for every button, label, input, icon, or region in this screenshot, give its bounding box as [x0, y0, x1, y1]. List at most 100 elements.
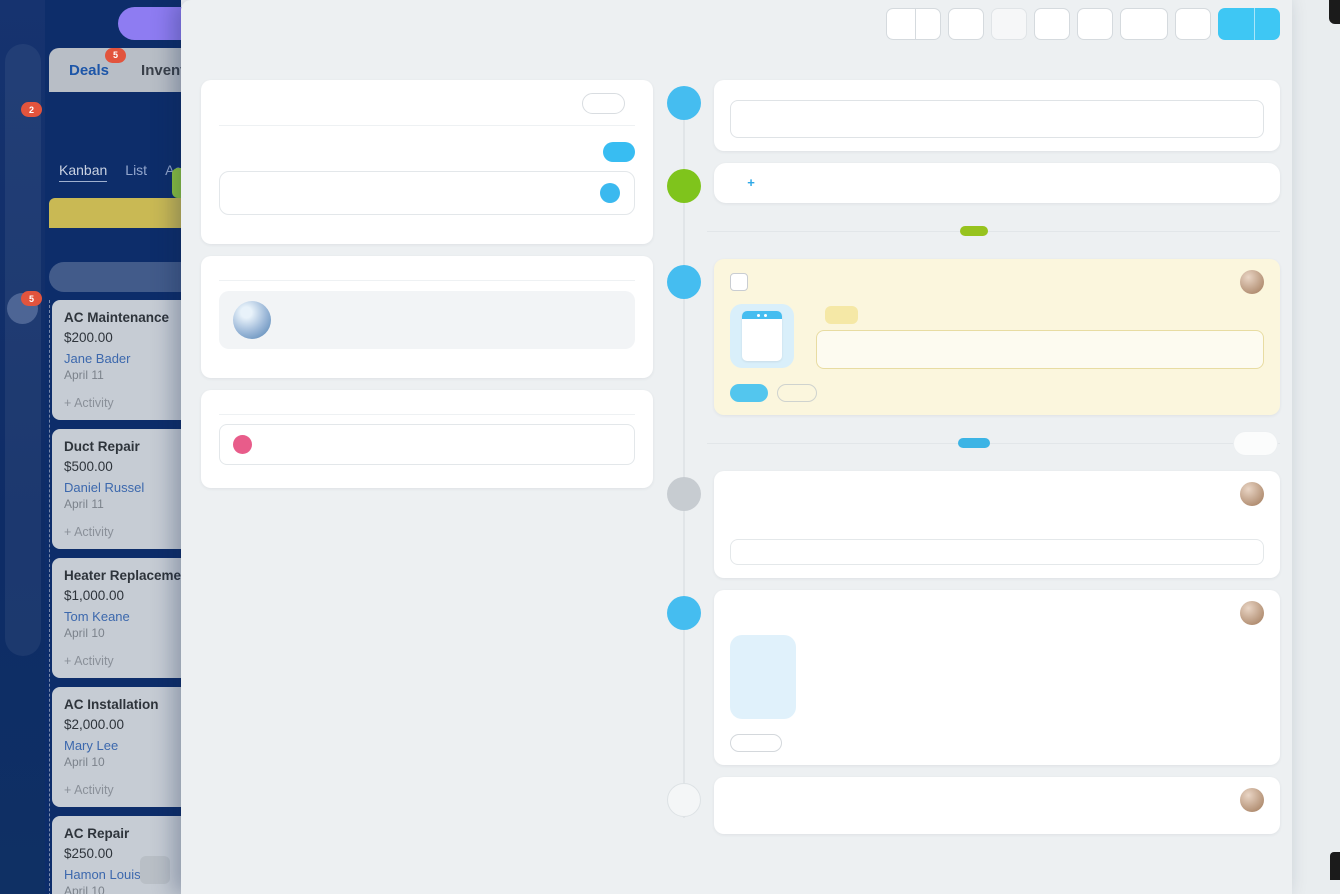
chat-button[interactable] — [1034, 8, 1070, 40]
avatar[interactable] — [1240, 601, 1264, 625]
chevron-down-icon — [1261, 16, 1274, 32]
kanban-column-header[interactable] — [49, 198, 181, 228]
rail-item[interactable] — [5, 457, 41, 484]
extensions-caret-button[interactable] — [915, 8, 941, 40]
call-button[interactable] — [948, 8, 984, 40]
activity-subject[interactable] — [816, 330, 1264, 369]
view-tab[interactable]: Kanban — [59, 162, 107, 182]
open-document-button[interactable] — [730, 734, 782, 752]
messenger-icon[interactable] — [600, 183, 620, 203]
rail-item[interactable]: 5 — [5, 295, 41, 322]
rail-badge: 5 — [21, 291, 42, 306]
pencil-icon[interactable] — [840, 343, 853, 356]
postpone-button[interactable] — [777, 384, 817, 402]
deal-fields-column — [201, 80, 653, 808]
rail-item[interactable] — [5, 160, 41, 187]
gear-icon — [1087, 16, 1103, 32]
more-actions-icon[interactable] — [1247, 735, 1264, 752]
comment-icon[interactable] — [1216, 735, 1233, 752]
quote-caret-button[interactable] — [1254, 8, 1280, 40]
rail-item[interactable] — [5, 187, 41, 214]
check-icon — [676, 274, 692, 290]
deals-page-title — [59, 106, 88, 125]
receive-payment-button[interactable] — [603, 142, 635, 162]
view-switcher: KanbanListActivity — [59, 162, 181, 182]
fullscreen-button[interactable] — [1175, 8, 1211, 40]
invite-to-chat-row[interactable]: + — [714, 163, 1280, 203]
avatar[interactable] — [1240, 482, 1264, 506]
kanban-scroll-button[interactable] — [140, 856, 170, 884]
rail-item[interactable] — [5, 592, 41, 619]
activity-subject[interactable] — [730, 539, 1264, 565]
close-icon[interactable] — [132, 18, 143, 29]
workspace-tab[interactable]: Deals 5 — [53, 52, 125, 89]
mail-icon — [1001, 16, 1017, 32]
chevron-down-icon — [839, 310, 849, 320]
deal-tab-bar — [181, 54, 1292, 68]
rail-item[interactable] — [5, 484, 41, 511]
quote-split-button — [1218, 8, 1280, 40]
kanban-deal-card[interactable]: Heater Replacement $1,000.00 Tom Keane A… — [52, 558, 181, 678]
rail-icon-group: 2 — [5, 44, 41, 656]
rail-item[interactable] — [5, 376, 41, 403]
settings-button[interactable] — [1077, 8, 1113, 40]
extensions-button[interactable] — [886, 8, 915, 40]
product-row[interactable] — [219, 291, 635, 349]
rail-item[interactable] — [5, 214, 41, 241]
rail-item[interactable] — [5, 403, 41, 430]
rail-item[interactable] — [5, 565, 41, 592]
completed-button[interactable] — [730, 384, 768, 402]
workspace-tabs: Deals 5 Inventory — [49, 48, 181, 92]
document-created-card — [714, 590, 1280, 765]
rail-item[interactable] — [5, 133, 41, 160]
workspace-tab[interactable]: Inventory — [125, 52, 181, 89]
complete-checkbox[interactable] — [730, 273, 748, 291]
kanban-deal-card[interactable]: AC Maintenance $200.00 Jane Bader April … — [52, 300, 181, 420]
quote-button[interactable] — [1218, 8, 1254, 40]
print-icon[interactable] — [1185, 735, 1202, 752]
rail-item[interactable] — [5, 538, 41, 565]
activity-composer-card — [714, 80, 1280, 151]
today-divider — [667, 431, 1280, 455]
copy-link-icon[interactable] — [231, 12, 245, 26]
rail-item[interactable] — [5, 52, 41, 79]
rail-item[interactable] — [5, 322, 41, 349]
rail-item[interactable] — [5, 241, 41, 268]
rail-item[interactable]: 2 — [5, 106, 41, 133]
avatar[interactable] — [1240, 788, 1264, 812]
rail-item[interactable] — [5, 511, 41, 538]
client-contact-card[interactable] — [219, 171, 635, 215]
hamburger-menu-icon[interactable] — [13, 15, 33, 35]
mail-icon[interactable] — [569, 184, 588, 203]
document-button[interactable] — [1120, 8, 1168, 40]
deadline-pill[interactable] — [825, 306, 858, 324]
plus-icon: + — [743, 174, 759, 190]
document-marker — [667, 596, 701, 630]
kanban-deal-card[interactable]: Duct Repair $500.00 Daniel Russel April … — [52, 429, 181, 549]
favorite-star-icon[interactable] — [69, 106, 88, 125]
todo-input[interactable] — [730, 100, 1264, 138]
avatar[interactable] — [1240, 270, 1264, 294]
rail-item[interactable] — [5, 349, 41, 376]
quick-deal-button[interactable] — [49, 262, 181, 292]
comment-icon[interactable] — [1216, 385, 1233, 402]
view-tab[interactable]: List — [125, 162, 147, 182]
ai-scoring-button[interactable] — [582, 93, 625, 114]
phone-icon[interactable] — [538, 184, 557, 203]
app-icon-rail: 2 — [0, 0, 45, 894]
check-icon — [676, 486, 692, 502]
edit-title-icon[interactable] — [209, 12, 223, 26]
deal-toolbar — [886, 8, 1280, 40]
rail-item[interactable] — [5, 619, 41, 646]
document-preview-icon[interactable] — [730, 635, 796, 719]
product-image — [233, 301, 271, 339]
planned-activity-marker — [667, 265, 701, 299]
rail-item[interactable] — [5, 430, 41, 457]
document-icon — [676, 605, 692, 621]
more-actions-icon[interactable] — [1247, 385, 1264, 402]
filter-button[interactable] — [1233, 431, 1278, 456]
todo-divider — [667, 219, 1280, 243]
email-button[interactable] — [991, 8, 1027, 40]
sales-intelligence-field[interactable] — [219, 424, 635, 465]
kanban-deal-card[interactable]: AC Installation $2,000.00 Mary Lee April… — [52, 687, 181, 807]
